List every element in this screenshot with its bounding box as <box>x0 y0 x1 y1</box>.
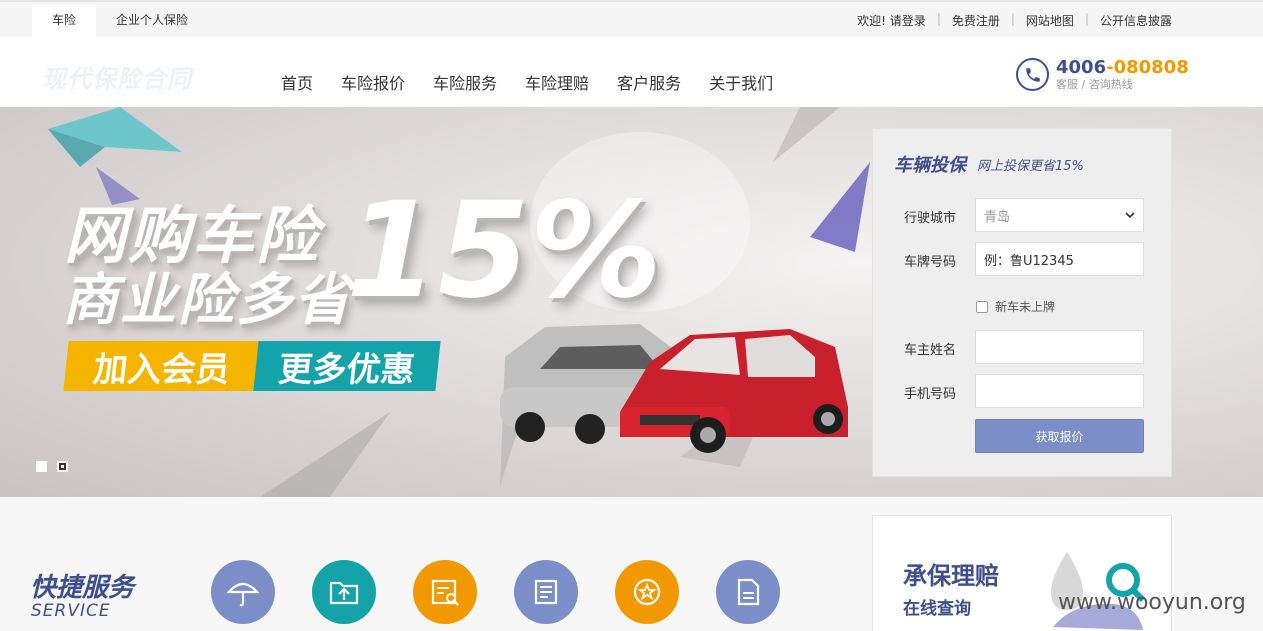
magnifier-car-icon <box>1051 552 1146 630</box>
owner-name-label: 车主姓名 <box>904 343 957 358</box>
nav-services[interactable]: 车险服务 <box>433 70 497 94</box>
carousel-dot-2[interactable] <box>57 461 68 472</box>
new-car-checkbox[interactable]: 新车未上牌 <box>976 298 1055 315</box>
city-select[interactable]: 青岛 <box>975 198 1144 232</box>
site-header: 现代保险合同 首页 车险报价 车险服务 车险理赔 客户服务 关于我们 4006-… <box>0 37 1263 107</box>
plate-label: 车牌号码 <box>904 255 957 270</box>
carousel-dot-1[interactable] <box>36 461 47 472</box>
nav-quote[interactable]: 车险报价 <box>341 70 405 94</box>
login-link[interactable]: 欢迎! 请登录 <box>857 12 926 29</box>
quote-form-subtitle: 网上投保更省15% <box>977 159 1084 174</box>
sitemap-link[interactable]: 网站地图 <box>1026 12 1074 29</box>
document-search-icon[interactable] <box>413 560 477 624</box>
get-quote-button[interactable]: 获取报价 <box>975 419 1144 453</box>
join-member-button[interactable]: 加入会员 <box>63 341 261 391</box>
nav-claims[interactable]: 车险理赔 <box>525 70 589 94</box>
umbrella-icon[interactable] <box>211 560 275 624</box>
watermark-text: www.wooyun.org <box>1058 590 1246 615</box>
owner-name-input[interactable] <box>975 330 1144 364</box>
top-links: 欢迎! 请登录 | 免费注册 | 网站地图 | 公开信息披露 <box>857 12 1172 29</box>
chevron-down-icon <box>1125 212 1135 219</box>
phone-label: 手机号码 <box>904 387 957 402</box>
claim-title: 承保理赔 <box>903 562 999 590</box>
divider: | <box>936 12 941 26</box>
banner-discount-percent: 15% <box>346 174 662 328</box>
product-tabs: 车险 企业个人保险 <box>32 4 208 39</box>
services-subtitle: SERVICE <box>31 601 111 621</box>
star-badge-icon[interactable] <box>615 560 679 624</box>
nav-about[interactable]: 关于我们 <box>709 70 773 94</box>
claim-subtitle: 在线查询 <box>903 599 971 619</box>
more-offers-button[interactable]: 更多优惠 <box>253 341 441 391</box>
quote-form: 车辆投保 网上投保更省15% 行驶城市 青岛 车牌号码 例：鲁U12345 新车… <box>872 128 1172 477</box>
tab-enterprise-insurance[interactable]: 企业个人保险 <box>96 4 208 39</box>
city-select-value: 青岛 <box>984 209 1011 225</box>
tab-car-insurance[interactable]: 车险 <box>32 4 97 39</box>
divider: | <box>1084 12 1089 26</box>
services-title: 快捷服务 <box>30 573 135 603</box>
upload-folder-icon[interactable] <box>312 560 376 624</box>
phone-icon <box>1016 58 1049 91</box>
file-icon[interactable] <box>716 560 780 624</box>
nav-customer-service[interactable]: 客户服务 <box>617 70 681 94</box>
book-icon[interactable] <box>514 560 578 624</box>
new-car-label: 新车未上牌 <box>995 300 1056 314</box>
register-link[interactable]: 免费注册 <box>952 12 1000 29</box>
hotline-number: 4006-080808 <box>1056 57 1189 78</box>
hotline: 4006-080808 客服 / 咨询热线 <box>1016 58 1189 91</box>
plate-input[interactable]: 例：鲁U12345 <box>975 242 1144 276</box>
main-nav: 首页 车险报价 车险服务 车险理赔 客户服务 关于我们 <box>267 70 787 94</box>
site-logo[interactable]: 现代保险合同 <box>42 59 192 94</box>
nav-home[interactable]: 首页 <box>281 70 313 94</box>
phone-input[interactable] <box>975 374 1144 408</box>
top-bar: 车险 企业个人保险 欢迎! 请登录 | 免费注册 | 网站地图 | 公开信息披露 <box>0 0 1263 39</box>
banner-headline-2: 商业险多省 <box>62 268 352 333</box>
disclosure-link[interactable]: 公开信息披露 <box>1100 12 1172 29</box>
carousel-indicators <box>36 461 68 472</box>
hotline-label: 客服 / 咨询热线 <box>1056 78 1133 91</box>
checkbox-box[interactable] <box>976 300 988 313</box>
quote-form-title: 车辆投保 <box>894 155 966 176</box>
city-label: 行驶城市 <box>904 211 957 226</box>
divider: | <box>1010 12 1015 26</box>
